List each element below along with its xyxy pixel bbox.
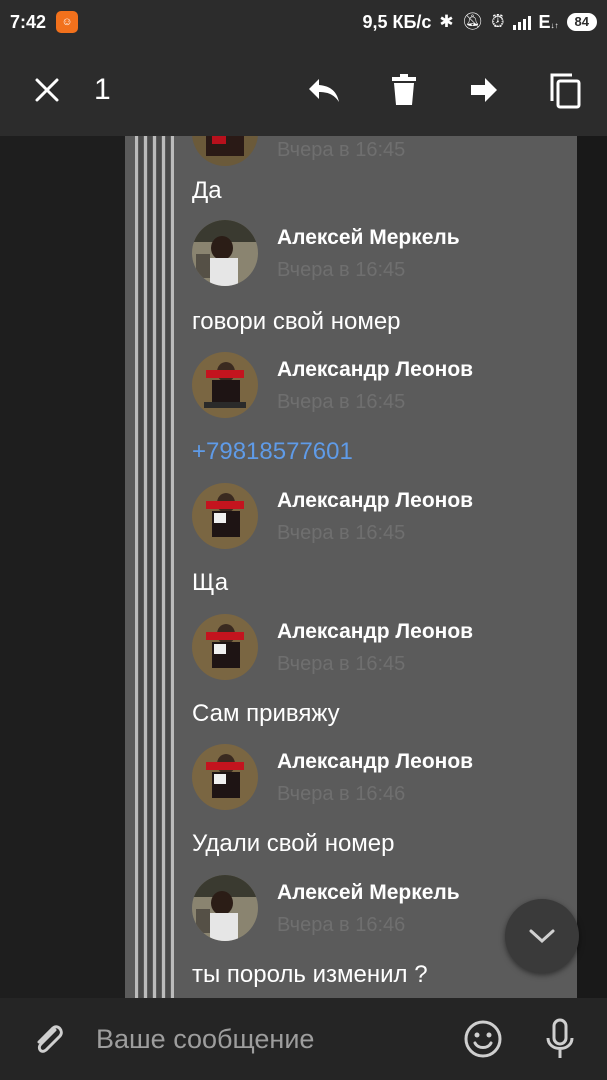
close-selection-button[interactable] (22, 44, 72, 136)
delete-icon (392, 74, 416, 105)
scroll-to-bottom-button[interactable] (505, 899, 579, 973)
status-time: 7:42 (10, 11, 47, 32)
mute-bell-icon: 🔕︎ (461, 12, 484, 31)
close-icon (35, 78, 59, 102)
message-author-row: Александр Леонов Вчера в 16:45 (192, 483, 572, 551)
message-time: Вчера в 16:45 (277, 653, 406, 675)
message-time: Вчера в 16:46 (277, 783, 406, 805)
message-text[interactable]: Сам привяжу (192, 700, 340, 728)
emoji-button[interactable] (459, 998, 507, 1080)
network-sub: ↓↑ (550, 20, 559, 30)
message-author-row: Алексей Меркель Вчера в 16:45 (192, 220, 572, 288)
paperclip-icon (37, 1025, 63, 1053)
forward-button[interactable] (460, 44, 508, 136)
message-author[interactable]: Алексей Меркель (277, 226, 460, 250)
network-speed: 9,5 КБ/с (362, 11, 432, 32)
chevron-down-icon (529, 929, 555, 944)
selection-stripes (125, 136, 181, 998)
message-text[interactable]: Удали свой номер (192, 830, 395, 858)
attach-button[interactable] (24, 998, 72, 1080)
selected-messages-block[interactable]: Вчера в 16:45 Да Алексей Меркель Вчера в… (125, 136, 577, 998)
signal-icon (512, 14, 531, 30)
delete-button[interactable] (380, 44, 428, 136)
message-author[interactable]: Алексей Меркель (277, 881, 460, 905)
message-author[interactable]: Александр Леонов (277, 358, 473, 382)
message-author-row: Александр Леонов Вчера в 16:45 (192, 614, 572, 682)
message-author[interactable]: Александр Леонов (277, 620, 473, 644)
message-time: Вчера в 16:45 (277, 522, 406, 544)
battery-icon: 84 (566, 13, 597, 31)
status-indicators: 9,5 КБ/с ✱ 🔕︎ ⏰︎ E↓↑ 84 (362, 12, 597, 33)
reply-icon (309, 79, 339, 102)
chat-left-panel (0, 136, 125, 998)
status-bar: 7:42 ☺ 9,5 КБ/с ✱ 🔕︎ ⏰︎ E↓↑ 84 (0, 0, 607, 44)
avatar[interactable] (192, 352, 258, 418)
avatar[interactable] (192, 744, 258, 810)
battery-level: 84 (574, 14, 589, 29)
message-text[interactable]: ты пороль изменил ? (192, 961, 428, 989)
message-time: Вчера в 16:45 (277, 391, 406, 413)
selected-count: 1 (94, 73, 111, 106)
message-text[interactable]: говори свой номер (192, 308, 401, 336)
message-author-row: Александр Леонов Вчера в 16:46 (192, 744, 572, 812)
message-author[interactable]: Александр Леонов (277, 489, 473, 513)
avatar[interactable] (192, 220, 258, 286)
smiley-icon (464, 1020, 502, 1058)
message-author-row: Александр Леонов Вчера в 16:45 (192, 352, 572, 420)
copy-icon (550, 73, 581, 109)
message-time: Вчера в 16:45 (277, 139, 406, 161)
message-author[interactable]: Александр Леонов (277, 750, 473, 774)
voice-button[interactable] (536, 998, 584, 1080)
message-author-row: Вчера в 16:45 (192, 136, 572, 168)
avatar[interactable] (192, 614, 258, 680)
network-type: E↓↑ (538, 11, 559, 32)
copy-button[interactable] (540, 44, 590, 136)
bluetooth-icon: ✱ (439, 12, 454, 31)
message-input-bar: Ваше сообщение (0, 998, 607, 1080)
microphone-icon (546, 1018, 574, 1058)
message-text[interactable]: Ща (192, 569, 228, 597)
avatar[interactable] (192, 483, 258, 549)
selection-toolbar: 1 (0, 44, 607, 136)
message-text[interactable]: Да (192, 177, 222, 205)
message-input[interactable]: Ваше сообщение (96, 998, 314, 1080)
chat-history[interactable]: Вчера в 16:45 Да Алексей Меркель Вчера в… (0, 136, 607, 998)
phone-link[interactable]: +79818577601 (192, 438, 353, 466)
message-time: Вчера в 16:45 (277, 259, 406, 281)
avatar[interactable] (192, 136, 258, 166)
alarm-icon: ⏰︎ (491, 12, 505, 31)
reply-button[interactable] (300, 44, 348, 136)
forward-icon (471, 78, 497, 102)
message-time: Вчера в 16:46 (277, 914, 406, 936)
app-notification-icon: ☺ (56, 11, 79, 33)
avatar[interactable] (192, 875, 258, 941)
